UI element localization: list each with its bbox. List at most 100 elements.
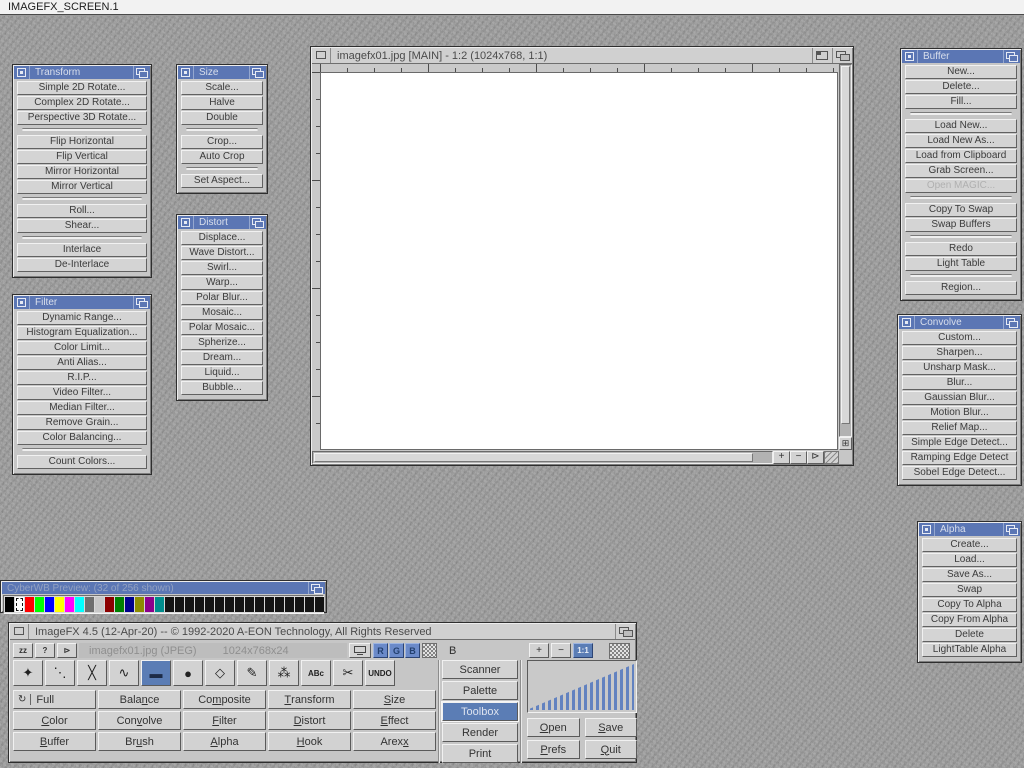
box-tool[interactable]: ▬ bbox=[141, 660, 171, 686]
color-swatch[interactable] bbox=[205, 597, 214, 612]
palette-button[interactable]: Palette bbox=[442, 681, 518, 700]
pattern-swatch-icon[interactable] bbox=[609, 643, 630, 659]
panel-button[interactable]: Motion Blur... bbox=[902, 406, 1017, 420]
arexx-button[interactable]: Arexx bbox=[353, 732, 436, 751]
color-button[interactable]: Color bbox=[13, 711, 96, 730]
panel-button[interactable]: Dream... bbox=[181, 351, 263, 365]
panel-button[interactable]: Mosaic... bbox=[181, 306, 263, 320]
color-swatch[interactable] bbox=[175, 597, 184, 612]
play-arrow-button[interactable]: ⊳ bbox=[57, 643, 77, 658]
titlebar[interactable]: Convolve bbox=[899, 316, 1020, 329]
panel-button[interactable]: Median Filter... bbox=[17, 401, 147, 415]
panel-button[interactable]: Remove Grain... bbox=[17, 416, 147, 430]
color-swatch[interactable] bbox=[105, 597, 114, 612]
panel-button[interactable]: Light Table bbox=[905, 257, 1017, 271]
print-button[interactable]: Print bbox=[442, 744, 518, 763]
color-swatch[interactable] bbox=[145, 597, 154, 612]
color-swatch[interactable] bbox=[185, 597, 194, 612]
red-channel-toggle[interactable]: R bbox=[373, 643, 388, 658]
panel-button[interactable]: Flip Vertical bbox=[17, 150, 147, 164]
panel-button[interactable]: Video Filter... bbox=[17, 386, 147, 400]
close-icon[interactable] bbox=[14, 296, 30, 309]
screen-titlebar[interactable]: IMAGEFX_SCREEN.1 bbox=[0, 0, 1024, 15]
oval-tool[interactable]: ● bbox=[173, 660, 203, 686]
prefs-button[interactable]: Prefs bbox=[527, 740, 580, 759]
color-swatch[interactable] bbox=[195, 597, 204, 612]
brush-button[interactable]: Brush bbox=[98, 732, 181, 751]
open-button[interactable]: Open bbox=[527, 718, 580, 737]
zoom-in-button[interactable]: + bbox=[529, 643, 549, 658]
titlebar[interactable]: CyberWB Preview: (32 of 256 shown) bbox=[2, 582, 325, 594]
green-channel-toggle[interactable]: G bbox=[389, 643, 404, 658]
composite-button[interactable]: Composite bbox=[183, 690, 266, 709]
pan-button[interactable]: ⊳ bbox=[807, 451, 824, 464]
color-swatch[interactable] bbox=[155, 597, 164, 612]
color-swatch[interactable] bbox=[215, 597, 224, 612]
close-icon[interactable] bbox=[902, 50, 918, 63]
panel-button[interactable]: Histogram Equalization... bbox=[17, 326, 147, 340]
close-icon[interactable] bbox=[14, 66, 30, 79]
screen-mode-icon[interactable] bbox=[349, 643, 371, 658]
quit-button[interactable]: Quit bbox=[585, 740, 638, 759]
panel-button[interactable]: Copy To Swap bbox=[905, 203, 1017, 217]
balance-button[interactable]: Balance bbox=[98, 690, 181, 709]
titlebar[interactable]: Alpha bbox=[919, 523, 1020, 536]
panel-button[interactable]: Warp... bbox=[181, 276, 263, 290]
depth-icon[interactable] bbox=[615, 624, 635, 639]
color-swatch[interactable] bbox=[5, 597, 14, 612]
panel-button[interactable]: Roll... bbox=[17, 204, 147, 218]
panel-button[interactable]: Create... bbox=[922, 538, 1017, 552]
color-swatch[interactable] bbox=[85, 597, 94, 612]
panel-button[interactable]: Auto Crop bbox=[181, 150, 263, 164]
render-button[interactable]: Render bbox=[442, 723, 518, 742]
scrollbar-thumb[interactable] bbox=[841, 66, 850, 424]
color-swatch[interactable] bbox=[285, 597, 294, 612]
panel-button[interactable]: Set Aspect... bbox=[181, 174, 263, 188]
resize-handle[interactable] bbox=[824, 451, 839, 464]
color-swatch[interactable] bbox=[15, 597, 24, 612]
panel-button[interactable]: Double bbox=[181, 111, 263, 125]
color-swatch[interactable] bbox=[165, 597, 174, 612]
panel-button[interactable]: Unsharp Mask... bbox=[902, 361, 1017, 375]
panel-button[interactable]: Anti Alias... bbox=[17, 356, 147, 370]
fill-tool[interactable]: ✎ bbox=[237, 660, 267, 686]
curve-tool[interactable]: ∿ bbox=[109, 660, 139, 686]
fit-view-button[interactable]: ⊞ bbox=[839, 437, 852, 450]
toolbox-button[interactable]: Toolbox bbox=[442, 702, 518, 721]
panel-button[interactable]: Swap Buffers bbox=[905, 218, 1017, 232]
panel-button[interactable]: Region... bbox=[905, 281, 1017, 295]
close-icon[interactable] bbox=[899, 316, 915, 329]
color-swatch[interactable] bbox=[115, 597, 124, 612]
panel-button[interactable]: Load from Clipboard bbox=[905, 149, 1017, 163]
color-swatch[interactable] bbox=[295, 597, 304, 612]
panel-button[interactable]: Sobel Edge Detect... bbox=[902, 466, 1017, 480]
polygon-tool[interactable]: ◇ bbox=[205, 660, 235, 686]
color-swatch[interactable] bbox=[255, 597, 264, 612]
color-swatch[interactable] bbox=[225, 597, 234, 612]
panel-button[interactable]: Simple 2D Rotate... bbox=[17, 81, 147, 95]
panel-button[interactable]: Redo bbox=[905, 242, 1017, 256]
color-swatch[interactable] bbox=[95, 597, 104, 612]
panel-button[interactable]: Shear... bbox=[17, 219, 147, 233]
depth-icon[interactable] bbox=[133, 296, 150, 309]
color-swatch[interactable] bbox=[135, 597, 144, 612]
panel-button[interactable]: R.I.P... bbox=[17, 371, 147, 385]
color-swatch[interactable] bbox=[265, 597, 274, 612]
color-swatch[interactable] bbox=[35, 597, 44, 612]
panel-button[interactable]: Copy To Alpha bbox=[922, 598, 1017, 612]
color-swatch[interactable] bbox=[65, 597, 74, 612]
titlebar[interactable]: Transform bbox=[14, 66, 150, 79]
image-canvas[interactable] bbox=[320, 72, 838, 450]
zoom-in-button[interactable]: + bbox=[773, 451, 790, 464]
panel-button[interactable]: De-Interlace bbox=[17, 258, 147, 272]
help-button[interactable]: ? bbox=[35, 643, 55, 658]
zoom-out-button[interactable]: − bbox=[790, 451, 807, 464]
dither-pattern-icon[interactable] bbox=[422, 643, 437, 658]
panel-button[interactable]: Polar Blur... bbox=[181, 291, 263, 305]
color-swatch[interactable] bbox=[305, 597, 314, 612]
depth-icon[interactable] bbox=[249, 216, 266, 229]
save-button[interactable]: Save bbox=[585, 718, 638, 737]
panel-button[interactable]: Halve bbox=[181, 96, 263, 110]
color-swatch[interactable] bbox=[45, 597, 54, 612]
depth-icon[interactable] bbox=[133, 66, 150, 79]
